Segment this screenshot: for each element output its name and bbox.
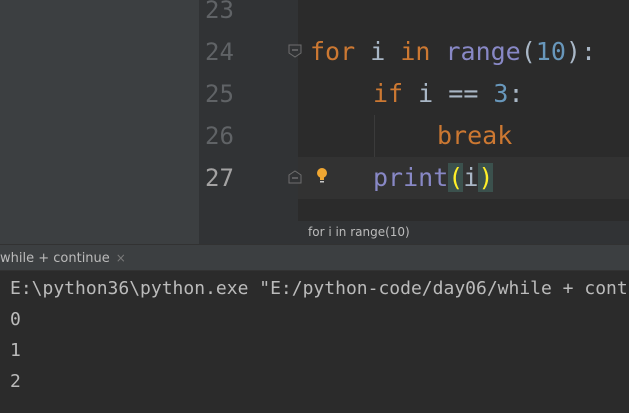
paren-matched: ( [448, 163, 464, 192]
line-number-current: 27 [205, 164, 234, 192]
console-line: 2 [10, 371, 21, 392]
builtin-range: range [430, 37, 521, 66]
run-tab-bar: while + continue × [0, 244, 629, 271]
breadcrumb-bar [199, 221, 629, 244]
line-number: 25 [205, 80, 234, 108]
number-literal: 3 [493, 79, 509, 108]
fold-end-icon[interactable] [288, 170, 302, 184]
indent-guide [374, 115, 375, 157]
breadcrumb[interactable]: for i in range(10) [308, 221, 410, 244]
console-line: 1 [10, 340, 21, 361]
console-line: 0 [10, 309, 21, 330]
keyword-if: if [373, 79, 404, 108]
keyword-in: in [400, 37, 431, 66]
keyword-for: for [310, 37, 356, 66]
paren-matched: ) [478, 163, 494, 192]
line-number: 23 [205, 0, 234, 24]
line-number: 24 [205, 38, 234, 66]
console-line: E:\python36\python.exe "E:/python-code/d… [10, 278, 629, 299]
fold-icon[interactable] [288, 44, 302, 58]
paren: ( [520, 37, 536, 66]
builtin-print: print [373, 163, 449, 192]
run-tab-label: while + continue [0, 251, 110, 266]
code-line-25[interactable]: if i == 3: [373, 73, 524, 115]
identifier: i [463, 163, 479, 192]
line-number: 26 [205, 122, 234, 150]
keyword-break: break [437, 121, 513, 150]
lightbulb-icon[interactable] [315, 166, 329, 186]
colon: : [508, 79, 524, 108]
code-line-24[interactable]: for i in range(10): [310, 31, 596, 73]
project-panel [0, 0, 199, 244]
code-line-27[interactable]: print(i) [373, 157, 494, 199]
expression: i == [403, 79, 494, 108]
paren: ): [565, 37, 597, 66]
close-icon[interactable]: × [116, 251, 126, 265]
code-line-26[interactable]: break [437, 115, 512, 157]
identifier: i [355, 37, 401, 66]
number-literal: 10 [535, 37, 566, 66]
run-console[interactable]: E:\python36\python.exe "E:/python-code/d… [0, 271, 629, 413]
run-tab[interactable]: while + continue × [0, 245, 126, 272]
